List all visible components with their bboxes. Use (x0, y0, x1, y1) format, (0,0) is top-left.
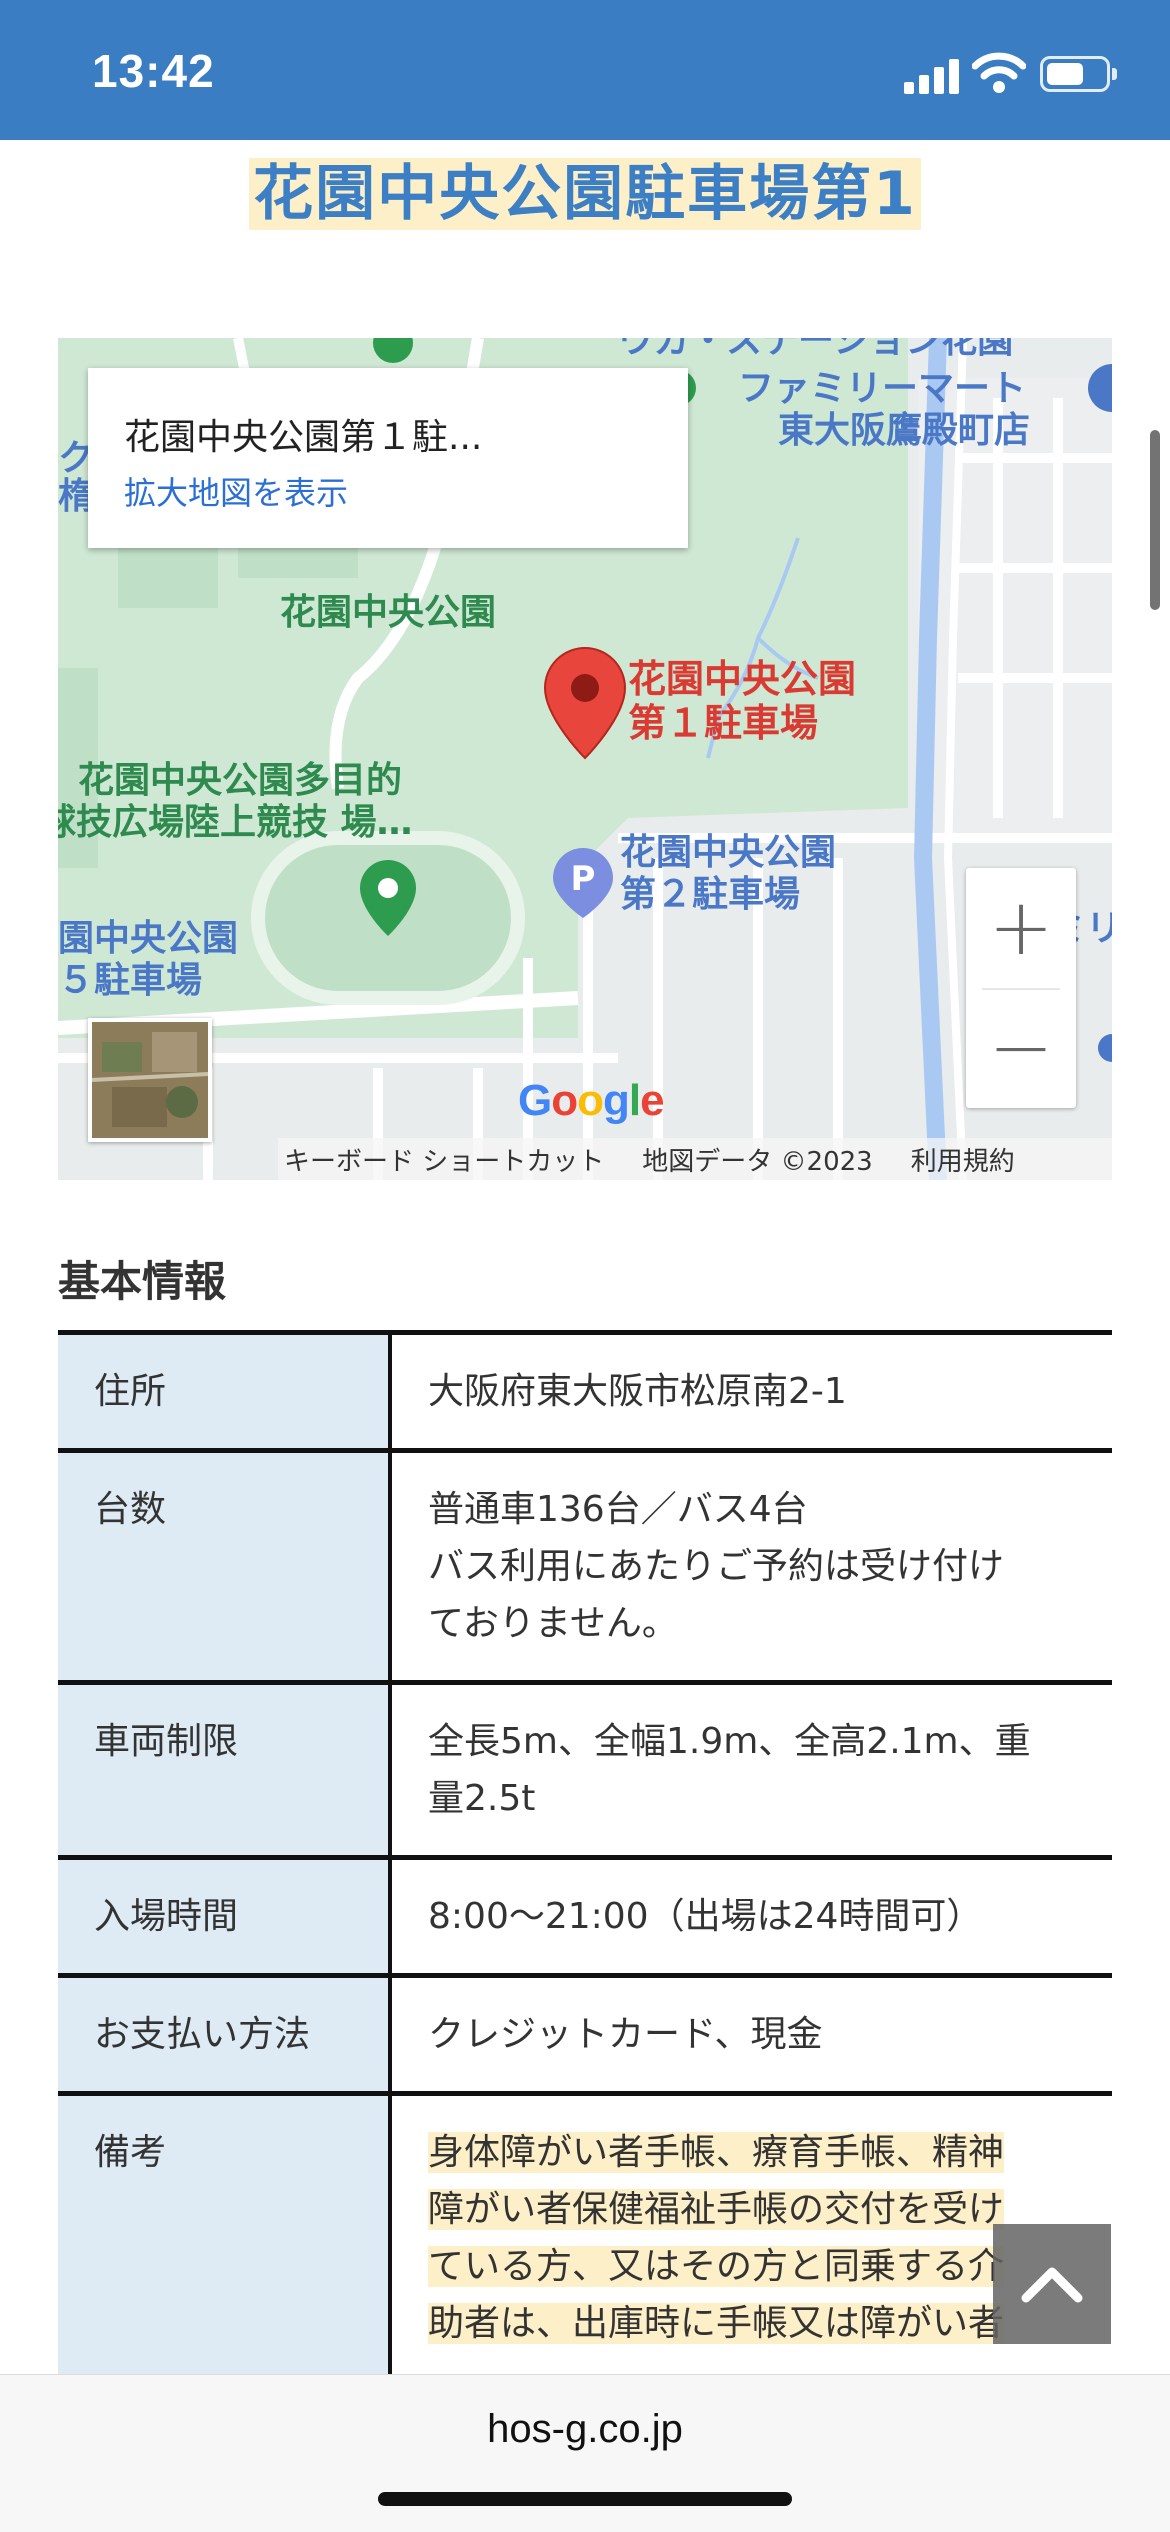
basic-info-heading: 基本情報 (58, 1257, 227, 1306)
value-line: 助者は、出庫時に手帳又は障がい者 (428, 2303, 1005, 2344)
row-label: 台数 (58, 1448, 392, 1685)
map-label-familymart-1[interactable]: ファミリーマート (738, 368, 1026, 409)
google-logo-letter: o (551, 1076, 578, 1125)
value-line: バス利用にあたりご予約は受け付け (428, 1546, 1005, 1587)
table-row: 台数 普通車136台／バス4台 バス利用にあたりご予約は受け付け ておりません。 (58, 1448, 1112, 1685)
map-place-name: 花園中央公園第１駐... (124, 417, 483, 458)
map-label-left-2[interactable]: ５駐車場 (58, 960, 202, 1001)
map-label-p2-1[interactable]: 花園中央公園 (620, 832, 836, 873)
zoom-in-button[interactable]: + (966, 868, 1076, 988)
back-to-top-button[interactable] (993, 2224, 1111, 2344)
value-line: 障がい者保健福祉手帳の交付を受け (428, 2189, 1005, 2230)
map-label-stadium-2[interactable]: 球技広場陸上競技 場… (58, 802, 413, 843)
wifi-icon (972, 52, 1026, 93)
google-logo: Google (518, 1076, 665, 1126)
battery-icon (1040, 56, 1117, 92)
browser-address-bar[interactable]: hos-g.co.jp (0, 2374, 1170, 2532)
value-line: 大阪府東大阪市松原南2-1 (428, 1371, 847, 1412)
chevron-up-icon (1021, 2267, 1083, 2303)
row-label: 車両制限 (58, 1680, 392, 1860)
embedded-map[interactable]: P ウガ・ステーション花園 ファミリーマート 東大阪鷹殿町店 ク 楕 花園中央公… (58, 338, 1112, 1180)
status-bar: 13:42 (0, 0, 1170, 140)
table-row: 備考 身体障がい者手帳、療育手帳、精神 障がい者保健福祉手帳の交付を受け ている… (58, 2091, 1112, 2396)
value-line: ておりません。 (428, 1603, 678, 1644)
value-line: 8:00〜21:00（出場は24時間可） (428, 1896, 983, 1937)
row-value: 8:00〜21:00（出場は24時間可） (390, 1855, 1112, 1978)
row-value: 全長5m、全幅1.9m、全高2.1m、重 量2.5t (390, 1680, 1112, 1860)
table-row: 車両制限 全長5m、全幅1.9m、全高2.1m、重 量2.5t (58, 1680, 1112, 1860)
zoom-out-button[interactable]: − (966, 988, 1076, 1108)
row-label: 住所 (58, 1330, 392, 1453)
value-line: 量2.5t (428, 1778, 536, 1819)
url-text[interactable]: hos-g.co.jp (0, 2407, 1170, 2452)
google-logo-letter: e (640, 1076, 665, 1125)
keyboard-shortcuts-link[interactable]: キーボード ショートカット (284, 1141, 604, 1178)
map-data-credit: 地図データ ©2023 (642, 1146, 873, 1177)
table-row: 入場時間 8:00〜21:00（出場は24時間可） (58, 1855, 1112, 1978)
page-title: 花園中央公園駐車場第1 (0, 158, 1170, 230)
map-label-park[interactable]: 花園中央公園 (280, 592, 496, 633)
satellite-toggle-thumbnail[interactable] (88, 1018, 212, 1142)
google-logo-letter: l (628, 1076, 641, 1125)
table-row: 住所 大阪府東大阪市松原南2-1 (58, 1330, 1112, 1453)
cellular-signal-icon (904, 58, 960, 94)
status-time: 13:42 (92, 45, 215, 97)
map-attribution-bar: キーボード ショートカット 地図データ ©2023 利用規約 (278, 1138, 1112, 1180)
value-line: ている方、又はその方と同乗する介 (428, 2246, 1005, 2287)
map-label-stadium-1[interactable]: 花園中央公園多目的 (78, 760, 402, 801)
row-value: クレジットカード、現金 (390, 1973, 1112, 2096)
row-label: 備考 (58, 2091, 392, 2396)
map-label-pin-1[interactable]: 花園中央公園 (628, 657, 856, 702)
row-value: 普通車136台／バス4台 バス利用にあたりご予約は受け付け ておりません。 (390, 1448, 1112, 1685)
table-row: お支払い方法 クレジットカード、現金 (58, 1973, 1112, 2096)
row-label: お支払い方法 (58, 1973, 392, 2096)
map-label-top: ウガ・ステーション花園 (618, 338, 1014, 361)
google-logo-letter: o (577, 1076, 604, 1125)
basic-info-table: 住所 大阪府東大阪市松原南2-1 台数 普通車136台／バス4台 バス利用にあた… (58, 1330, 1112, 2396)
map-label-left-1[interactable]: 園中央公園 (58, 918, 238, 959)
value-line: 全長5m、全幅1.9m、全高2.1m、重 (428, 1721, 1031, 1762)
map-label-p2-2[interactable]: 第２駐車場 (620, 874, 800, 915)
zoom-controls: + − (966, 868, 1076, 1108)
map-info-card: 花園中央公園第１駐... 拡大地図を表示 (88, 368, 688, 548)
google-logo-letter: G (518, 1076, 552, 1125)
row-value: 大阪府東大阪市松原南2-1 (390, 1330, 1112, 1453)
home-indicator[interactable] (378, 2492, 792, 2506)
value-line: クレジットカード、現金 (428, 2014, 823, 2055)
google-logo-letter: g (603, 1076, 630, 1125)
map-label-familymart-2[interactable]: 東大阪鷹殿町店 (778, 410, 1030, 451)
page-title-text: 花園中央公園駐車場第1 (249, 158, 921, 230)
scrollbar[interactable] (1150, 430, 1160, 610)
view-larger-map-link[interactable]: 拡大地図を表示 (124, 468, 348, 514)
value-line: 普通車136台／バス4台 (428, 1489, 808, 1530)
row-label: 入場時間 (58, 1855, 392, 1978)
terms-link[interactable]: 利用規約 (911, 1141, 1015, 1178)
value-line: 身体障がい者手帳、療育手帳、精神 (428, 2132, 1005, 2173)
map-label-pin-2[interactable]: 第１駐車場 (628, 701, 818, 746)
svg-text:P: P (571, 859, 596, 899)
